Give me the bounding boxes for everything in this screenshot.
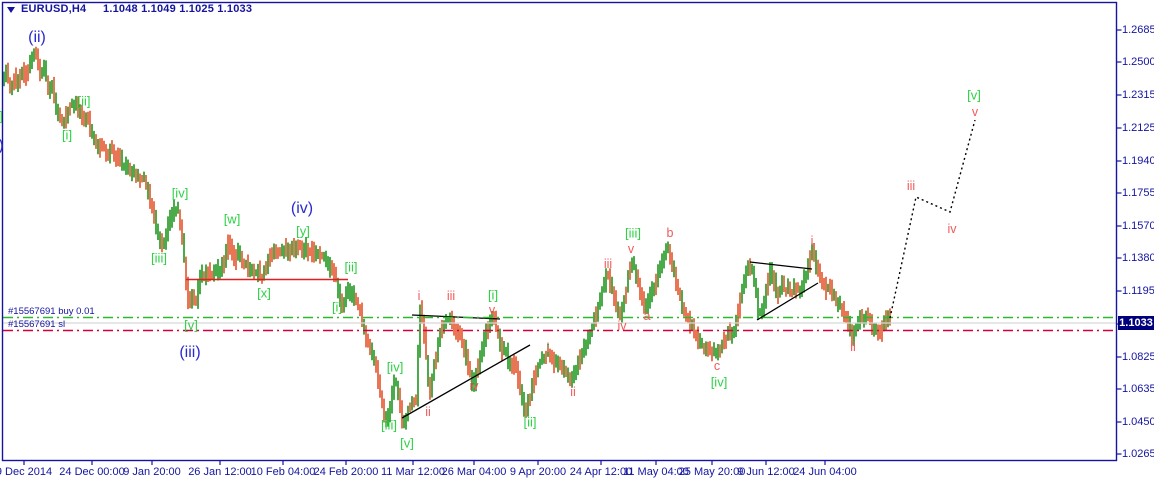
price-tick-label: 1.1570 xyxy=(1122,220,1154,232)
time-tick-label: 9 Jan 20:00 xyxy=(123,466,181,478)
wave-label: iv xyxy=(617,318,627,333)
time-tick-label: 24 Dec 00:00 xyxy=(59,466,125,478)
wave-label: [ii] xyxy=(344,259,358,275)
time-tick-label: 26 Jan 12:00 xyxy=(188,466,252,478)
wave-label: [ii] xyxy=(523,414,537,430)
chart-plot-svg[interactable] xyxy=(0,0,1154,479)
price-tick-label: 1.0635 xyxy=(1122,383,1154,395)
chart-menu-arrow-icon[interactable] xyxy=(7,7,15,13)
wave-label: [iv] xyxy=(710,374,728,390)
wave-label: iv xyxy=(469,378,479,393)
time-tick-label: 9 Apr 20:00 xyxy=(509,466,567,478)
wave-label: i xyxy=(417,288,421,303)
wave-label: [iv] xyxy=(171,185,189,201)
wave-label: [i] xyxy=(487,287,499,303)
wave-label: [v] xyxy=(184,317,198,333)
current-price-badge: 1.1033 xyxy=(1118,316,1154,330)
price-tick-label: 1.1380 xyxy=(1122,252,1154,264)
wave-label: c xyxy=(713,358,721,373)
wave-label: [i] xyxy=(331,299,343,315)
wave-label: iii xyxy=(906,178,916,193)
chart-window: EURUSD,H4 1.1048 1.1049 1.1025 1.1033 #1… xyxy=(0,0,1154,479)
wave-label: [v] xyxy=(400,435,414,451)
chart-title-ohlc: 1.1048 1.1049 1.1025 1.1033 xyxy=(103,3,253,15)
wave-label: (ii) xyxy=(28,29,46,46)
wave-label: iv xyxy=(947,221,957,236)
wave-label: iii xyxy=(446,288,456,303)
price-tick-label: 1.0265 xyxy=(1122,448,1154,460)
price-tick-label: 1.2315 xyxy=(1122,89,1154,101)
chart-title-symbol: EURUSD,H4 xyxy=(21,3,87,15)
time-tick-label: 11 Mar 12:00 xyxy=(380,466,446,478)
price-tick-label: 1.2125 xyxy=(1122,122,1154,134)
time-tick-label: 24 Feb 20:00 xyxy=(313,466,379,478)
wave-label: [i] xyxy=(61,127,73,143)
time-tick-label: 9 Jun 12:00 xyxy=(737,466,795,478)
wave-label: [iii] xyxy=(625,225,641,241)
wave-label: ii xyxy=(850,339,856,354)
price-tick-label: 1.0450 xyxy=(1122,416,1154,428)
time-tick-label: 10 Feb 04:00 xyxy=(250,466,316,478)
price-tick-label: 1.1195 xyxy=(1122,285,1154,297)
time-tick-label: 24 Jun 04:00 xyxy=(793,466,857,478)
wave-label: (iii) xyxy=(179,344,201,361)
wave-label: [y] xyxy=(296,223,310,239)
buy-order-label: #15567691 buy 0.01 xyxy=(8,306,95,317)
price-tick-label: 1.1755 xyxy=(1122,187,1154,199)
time-tick-label: 9 Dec 2014 xyxy=(0,466,53,478)
wave-label: [v] xyxy=(967,87,981,103)
wave-label: ) xyxy=(0,138,4,154)
wave-label: ii xyxy=(425,404,431,419)
wave-label: i xyxy=(810,233,814,248)
time-tick-label: 25 May 20:00 xyxy=(678,466,746,478)
wave-label: [ii] xyxy=(77,93,91,109)
wave-label: v xyxy=(627,241,635,256)
wave-label: a xyxy=(643,308,651,323)
wave-label: [w] xyxy=(223,211,241,227)
price-tick-label: 1.2500 xyxy=(1122,56,1154,68)
wave-label: v xyxy=(488,302,496,317)
wave-label: i xyxy=(546,340,550,355)
stop-loss-label: #15567691 sl xyxy=(8,319,66,330)
wave-label: [iii] xyxy=(151,250,167,266)
wave-label: ii xyxy=(570,384,576,399)
wave-label: [x] xyxy=(257,285,271,301)
wave-label: [iii] xyxy=(381,417,397,433)
wave-label: iii xyxy=(603,256,613,271)
wave-label: (iv) xyxy=(290,200,314,217)
wave-label: ] xyxy=(0,110,3,123)
price-tick-label: 1.1940 xyxy=(1122,155,1154,167)
wave-label: b xyxy=(666,225,674,240)
time-tick-label: 26 Mar 04:00 xyxy=(441,466,507,478)
wave-label: [iv] xyxy=(386,359,404,375)
forecast-line xyxy=(889,119,976,319)
candles-layer xyxy=(3,46,891,430)
wave-label: v xyxy=(971,104,979,119)
price-tick-label: 1.2685 xyxy=(1122,24,1154,36)
price-tick-label: 1.0825 xyxy=(1122,351,1154,363)
